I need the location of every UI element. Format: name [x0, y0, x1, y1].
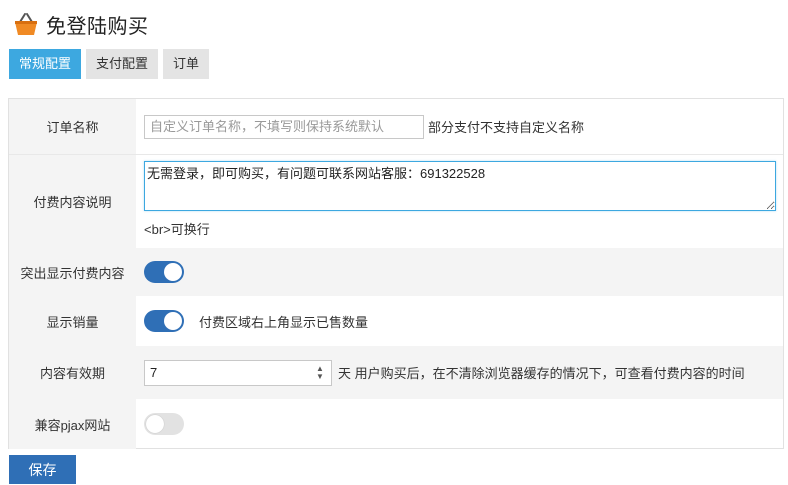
highlight-paid-label: 突出显示付费内容	[20, 265, 125, 281]
page-title: 免登陆购买	[46, 15, 149, 38]
show-sales-hint: 付费区域右上角显示已售数量	[199, 314, 369, 330]
tab-payment-settings[interactable]: 支付配置	[86, 49, 159, 79]
validity-label: 内容有效期	[39, 366, 105, 381]
pjax-row: 兼容pjax网站	[9, 399, 783, 449]
settings-panel: 订单名称 部分支付不支持自定义名称 付费内容说明 无需登录，即可购买，有问题可联…	[8, 98, 784, 449]
paid-content-desc-textarea[interactable]: 无需登录，即可购买，有问题可联系网站客服：691322528	[144, 161, 776, 211]
validity-number-input[interactable]: 7 ▲ ▼	[144, 359, 332, 386]
highlight-paid-row: 突出显示付费内容	[9, 248, 783, 296]
basket-icon	[12, 10, 40, 38]
highlight-paid-toggle[interactable]	[144, 261, 184, 283]
tab-orders[interactable]: 订单	[163, 49, 210, 79]
validity-hint: 天 用户购买后，在不清除浏览器缓存的情况下，可查看付费内容的时间	[338, 366, 745, 381]
validity-value[interactable]: 7	[145, 365, 312, 380]
order-name-label: 订单名称	[9, 99, 136, 154]
order-name-hint: 部分支付不支持自定义名称	[428, 120, 585, 135]
show-sales-row: 显示销量 付费区域右上角显示已售数量	[9, 296, 783, 346]
number-spinner[interactable]: ▲ ▼	[312, 361, 328, 385]
tab-bar: 常规配置 支付配置 订单	[9, 49, 210, 79]
show-sales-toggle[interactable]	[144, 310, 184, 332]
pjax-toggle[interactable]	[144, 413, 184, 435]
order-name-input[interactable]	[144, 114, 424, 139]
paid-content-desc-row: 付费内容说明 无需登录，即可购买，有问题可联系网站客服：691322528 <b…	[9, 155, 783, 248]
toggle-knob	[164, 263, 182, 281]
line-break-hint: <br>可换行	[144, 222, 210, 237]
validity-row: 内容有效期 7 ▲ ▼ 天 用户购买后，在不清除浏览器缓存的情况下，可查看付费内…	[9, 346, 783, 399]
paid-content-desc-label: 付费内容说明	[9, 155, 136, 248]
spin-down-icon[interactable]: ▼	[316, 372, 324, 381]
order-name-row: 订单名称 部分支付不支持自定义名称	[9, 99, 783, 155]
toggle-knob	[164, 312, 182, 330]
page-header: 免登陆购买	[12, 8, 149, 40]
toggle-knob	[146, 415, 164, 433]
pjax-label: 兼容pjax网站	[9, 399, 136, 449]
tab-general-settings[interactable]: 常规配置	[9, 49, 82, 79]
save-button[interactable]: 保存	[9, 455, 76, 484]
show-sales-label: 显示销量	[9, 296, 136, 346]
